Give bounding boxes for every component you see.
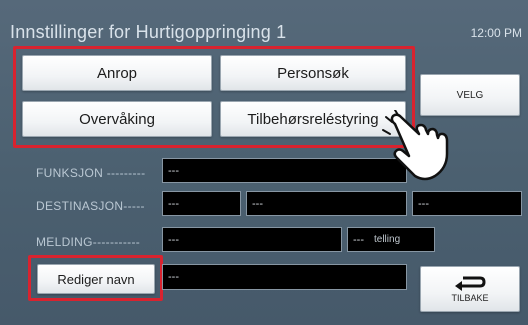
name-value: --- — [168, 271, 179, 283]
edit-name-highlight — [28, 255, 163, 301]
message-value: --- — [168, 233, 179, 246]
pointing-hand-icon — [382, 110, 449, 181]
function-label: FUNKSJON --------- — [36, 166, 146, 180]
message-label: MELDING----------- — [36, 235, 141, 249]
function-value: --- — [168, 164, 179, 177]
message-count-field: --- telling — [347, 227, 435, 252]
message-count-value: --- — [353, 233, 364, 246]
destination-field-2: --- — [246, 191, 407, 216]
message-count-unit: telling — [374, 234, 401, 245]
destination-value-1: --- — [168, 197, 179, 210]
destination-field-3: --- — [412, 191, 522, 216]
message-field: --- — [162, 227, 342, 252]
return-arrow-icon — [455, 276, 486, 291]
name-field: --- — [162, 264, 407, 290]
back-label: TILBAKE — [451, 293, 489, 303]
function-field: --- — [162, 158, 407, 183]
destination-label: DESTINASJON----- — [36, 199, 145, 213]
function-buttons-highlight — [13, 46, 415, 148]
destination-field-1: --- — [162, 191, 241, 216]
destination-value-2: --- — [252, 197, 263, 210]
back-button[interactable]: TILBAKE — [420, 266, 520, 312]
destination-value-3: --- — [418, 197, 429, 210]
clock: 12:00 PM — [470, 26, 522, 40]
page-title: Innstillinger for Hurtigoppringing 1 — [10, 22, 287, 42]
intercom-screen: Innstillinger for Hurtigoppringing 1 12:… — [0, 0, 528, 325]
